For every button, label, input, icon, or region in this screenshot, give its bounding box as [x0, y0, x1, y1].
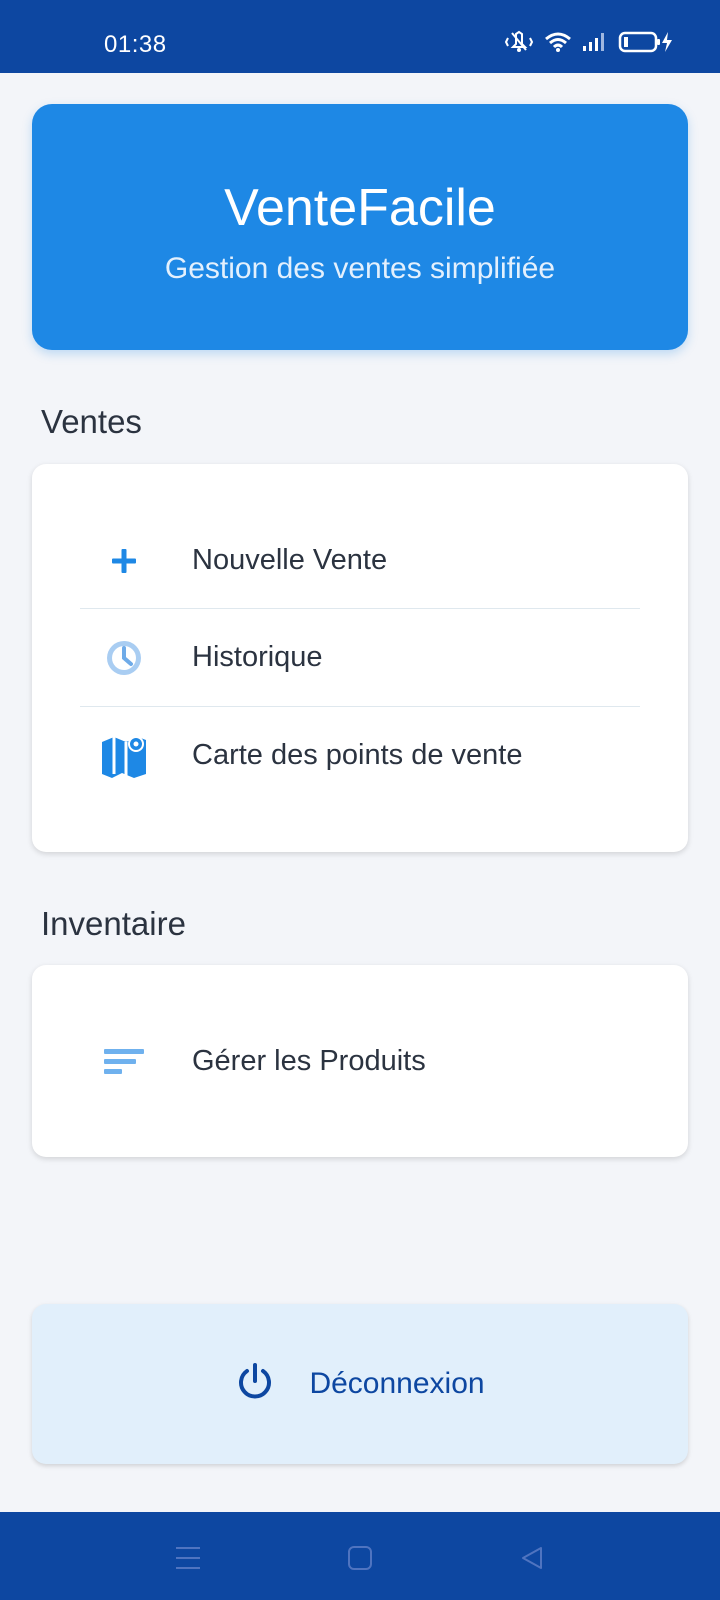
- power-icon: [235, 1362, 275, 1407]
- wifi-icon: [544, 31, 572, 53]
- map-icon: [98, 730, 150, 782]
- menu-item-label: Carte des points de vente: [192, 739, 523, 771]
- system-nav-bar: [0, 1512, 720, 1600]
- menu-item-sales-map[interactable]: Carte des points de vente: [80, 707, 640, 804]
- clock-icon: [98, 632, 150, 684]
- home-icon[interactable]: [340, 1538, 380, 1578]
- section-title-sales: Ventes: [41, 403, 142, 440]
- section-title-inventory: Inventaire: [41, 905, 186, 942]
- status-time: 01:38: [104, 31, 167, 58]
- menu-item-label: Nouvelle Vente: [192, 544, 388, 576]
- inventory-card: Gérer les Produits: [32, 965, 688, 1157]
- menu-item-manage-products[interactable]: Gérer les Produits: [80, 1013, 640, 1110]
- menu-item-label: Historique: [192, 641, 323, 673]
- battery-charging-icon: [618, 30, 674, 54]
- list-icon: [98, 1036, 150, 1088]
- app-title: VenteFacile: [224, 179, 496, 237]
- menu-item-new-sale[interactable]: Nouvelle Vente: [80, 512, 640, 609]
- app-header-card: VenteFacile Gestion des ventes simplifié…: [32, 104, 688, 350]
- status-icons: [504, 30, 674, 54]
- menu-icon[interactable]: [168, 1538, 208, 1578]
- plus-icon: [98, 535, 150, 587]
- status-bar: 01:38: [0, 0, 720, 73]
- vibrate-icon: [504, 30, 534, 54]
- logout-label: Déconnexion: [309, 1367, 485, 1400]
- menu-item-label: Gérer les Produits: [192, 1045, 426, 1077]
- sales-card: Nouvelle Vente Historique Carte des poin…: [32, 464, 688, 852]
- back-icon[interactable]: [512, 1538, 552, 1578]
- signal-icon: [582, 32, 608, 52]
- app-subtitle: Gestion des ventes simplifiée: [164, 252, 556, 285]
- menu-item-history[interactable]: Historique: [80, 609, 640, 706]
- logout-button[interactable]: Déconnexion: [32, 1304, 688, 1464]
